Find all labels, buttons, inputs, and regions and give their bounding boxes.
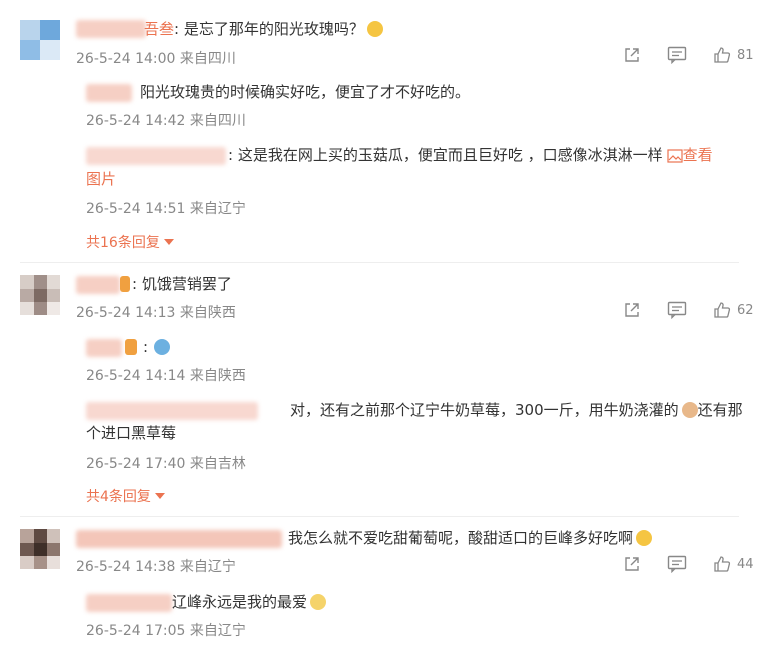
username-blurred[interactable] [86, 84, 132, 102]
share-button[interactable] [623, 301, 641, 319]
reply-location: 来自吉林 [189, 456, 246, 472]
image-icon [666, 148, 683, 163]
comment-button[interactable] [667, 46, 687, 64]
username-blurred[interactable] [76, 530, 282, 548]
like-count: 44 [737, 556, 754, 572]
share-icon [625, 48, 639, 62]
comment-meta: 26-5-24 14:13 来自陕西 [76, 302, 236, 322]
reply-meta: 26-5-24 14:42 来自四川 [86, 110, 246, 130]
view-image-link[interactable]: 查看 [683, 146, 713, 164]
laughing-emoji-icon [366, 21, 383, 37]
comment-location: 来自陕西 [179, 305, 236, 321]
reply-text: 辽峰永远是我的最爱 [172, 593, 308, 611]
divider [20, 262, 739, 263]
comment-location: 来自四川 [179, 51, 236, 67]
view-image-link-cont[interactable]: 图片 [86, 168, 116, 190]
reply-text-tail: 还有那 [697, 401, 743, 419]
username-blurred[interactable] [86, 147, 226, 165]
username-blurred[interactable] [76, 20, 146, 38]
more-replies-button[interactable]: 共16条回复 [86, 232, 174, 252]
reply-time: 26-5-24 14:42 [86, 113, 186, 129]
username-blurred[interactable] [86, 402, 258, 420]
comment-body: 我怎么就不爱吃甜葡萄呢，酸甜适口的巨峰多好吃啊 [288, 527, 653, 549]
like-count: 62 [737, 302, 754, 318]
reply-time: 26-5-24 14:51 [86, 201, 186, 217]
username-blurred[interactable] [86, 339, 122, 357]
avatar[interactable] [20, 275, 60, 315]
comment-text: 是忘了那年的阳光玫瑰吗？ [183, 20, 364, 38]
like-count: 81 [737, 47, 754, 63]
share-button[interactable] [623, 555, 641, 573]
cat-emoji-icon [681, 402, 698, 418]
comment-icon [667, 46, 687, 64]
more-replies-label: 共4条回复 [86, 489, 151, 505]
comment-button[interactable] [667, 301, 687, 319]
comment-button[interactable] [667, 555, 687, 573]
reply-time: 26-5-24 17:05 [86, 623, 186, 639]
avatar[interactable] [20, 529, 60, 569]
reply-meta: 26-5-24 17:40 来自吉林 [86, 453, 246, 473]
reply-body: : 这是我在网上买的玉菇瓜，便宜而且巨好吃 ，口感像冰淇淋一样 查看 [228, 144, 713, 166]
thumbs-up-icon [714, 556, 731, 572]
reply-location: 来自陕西 [189, 368, 246, 384]
share-icon [625, 557, 639, 571]
caret-down-icon [154, 493, 165, 499]
like-button[interactable]: 81 [713, 46, 754, 64]
reply-time: 26-5-24 17:40 [86, 456, 186, 472]
comment-icon [667, 301, 687, 319]
divider [20, 516, 739, 517]
comment-actions: 44 [597, 555, 754, 573]
reply-body: 对，还有之前那个辽宁牛奶草莓，300一斤，用牛奶浇灌的 还有那 [290, 399, 743, 421]
reply-text: : [143, 338, 149, 356]
comment-body: : 饥饿营销罢了 [117, 273, 232, 295]
comment-actions: 81 [597, 46, 754, 64]
reply-location: 来自辽宁 [189, 623, 246, 639]
username-tail[interactable]: 吾叁 [144, 20, 174, 38]
comment-icon [667, 555, 687, 573]
avatar[interactable] [20, 20, 60, 60]
sweat-emoji-icon [154, 339, 171, 355]
share-button[interactable] [623, 46, 641, 64]
caret-down-icon [163, 239, 174, 245]
share-icon [625, 303, 639, 317]
more-replies-button[interactable]: 共4条回复 [86, 486, 165, 506]
comment-meta: 26-5-24 14:38 来自辽宁 [76, 556, 236, 576]
reply-text: 对，还有之前那个辽宁牛奶草莓，300一斤，用牛奶浇灌的 [290, 401, 679, 419]
reply-meta: 26-5-24 14:14 来自陕西 [86, 365, 246, 385]
more-replies-label: 共16条回复 [86, 235, 160, 251]
reply-time: 26-5-24 14:14 [86, 368, 186, 384]
reply-text-cont: 个进口黑草莓 [86, 424, 177, 442]
comment-time: 26-5-24 14:13 [76, 305, 176, 321]
grin-emoji-icon [636, 530, 653, 546]
thinking-emoji-icon [310, 594, 327, 610]
username-blurred[interactable] [76, 276, 120, 294]
thumbs-up-icon [714, 302, 731, 318]
like-button[interactable]: 44 [713, 555, 754, 573]
comment-text: 我怎么就不爱吃甜葡萄呢，酸甜适口的巨峰多好吃啊 [288, 529, 634, 547]
comment-time: 26-5-24 14:38 [76, 559, 176, 575]
reply-text: 阳光玫瑰贵的时候确实好吃，便宜了才不好吃的。 [140, 83, 471, 101]
reply-text: : 这是我在网上买的玉菇瓜，便宜而且巨好吃 ，口感像冰淇淋一样 [228, 146, 663, 164]
badge-emoji-icon [120, 276, 130, 292]
badge-emoji-icon [125, 339, 137, 355]
username-blurred[interactable] [86, 594, 172, 612]
like-button[interactable]: 62 [713, 301, 754, 319]
comment-actions: 62 [597, 301, 754, 319]
thumbs-up-icon [714, 47, 731, 63]
reply-body: : [122, 336, 171, 358]
comment-text: : 饥饿营销罢了 [132, 275, 232, 293]
comment-time: 26-5-24 14:00 [76, 51, 176, 67]
reply-meta: 26-5-24 14:51 来自辽宁 [86, 198, 246, 218]
comment-body: 吾叁: 是忘了那年的阳光玫瑰吗？ [144, 18, 383, 40]
reply-location: 来自辽宁 [189, 201, 246, 217]
reply-body: 辽峰永远是我的最爱 [172, 591, 327, 613]
comment-meta: 26-5-24 14:00 来自四川 [76, 48, 236, 68]
reply-meta: 26-5-24 17:05 来自辽宁 [86, 620, 246, 640]
comment-location: 来自辽宁 [179, 559, 236, 575]
reply-location: 来自四川 [189, 113, 246, 129]
